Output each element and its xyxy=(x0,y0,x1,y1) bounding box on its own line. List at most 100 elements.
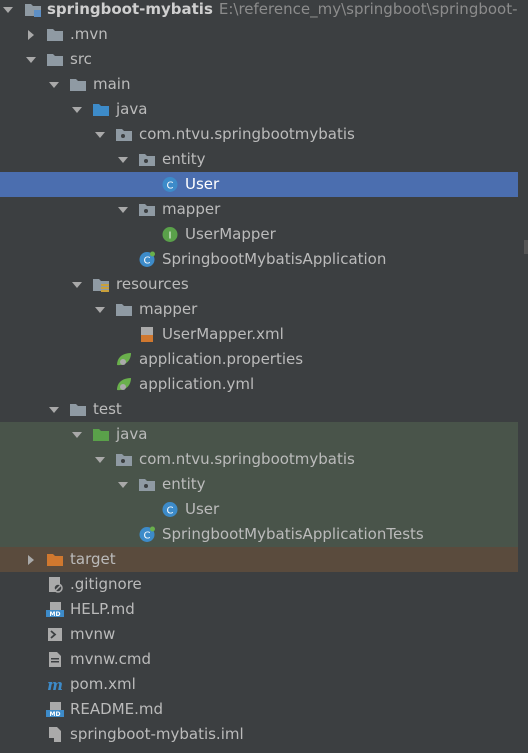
spring-config-icon xyxy=(115,351,133,368)
scroll-thumb[interactable] xyxy=(524,240,528,254)
tree-row-pom[interactable]: m pom.xml xyxy=(0,672,518,697)
folder-icon xyxy=(115,301,133,318)
ignore-file-icon xyxy=(46,576,64,593)
tree-item-label: UserMapper.xml xyxy=(162,322,284,347)
tree-row-usermapperxml[interactable]: UserMapper.xml xyxy=(0,322,518,347)
expand-arrow-down-icon[interactable] xyxy=(115,197,131,222)
folder-icon xyxy=(46,51,64,68)
tree-row-mapper[interactable]: mapper xyxy=(0,197,518,222)
tree-item-label: mapper xyxy=(139,297,197,322)
tree-item-label: target xyxy=(70,547,116,572)
tree-row-src[interactable]: src xyxy=(0,47,518,72)
tree-item-label: mapper xyxy=(162,197,220,222)
tree-row-testentity[interactable]: entity xyxy=(0,472,518,497)
class-icon: C xyxy=(161,501,179,518)
tree-item-text: application.yml xyxy=(139,375,255,393)
expand-arrow-down-icon[interactable] xyxy=(92,122,108,147)
expand-arrow-down-icon[interactable] xyxy=(0,0,16,22)
tree-item-label: mvnw xyxy=(70,622,115,647)
folder-icon xyxy=(69,401,87,418)
svg-text:m: m xyxy=(47,676,63,693)
svg-text:MD: MD xyxy=(50,611,61,618)
tree-row-mvnwcmd[interactable]: mvnw.cmd xyxy=(0,647,518,672)
tree-item-text: UserMapper xyxy=(185,225,276,243)
tree-row-appyml[interactable]: application.yml xyxy=(0,372,518,397)
tree-row-iml[interactable]: springboot-mybatis.iml xyxy=(0,722,518,747)
tree-row-resmapper[interactable]: mapper xyxy=(0,297,518,322)
tree-item-text: mapper xyxy=(162,200,221,218)
tree-item-text: SpringbootMybatisApplicationTests xyxy=(162,525,424,543)
expand-arrow-down-icon[interactable] xyxy=(69,97,85,122)
tree-row-readme[interactable]: MD README.md xyxy=(0,697,518,722)
tree-item-label: entity xyxy=(162,472,206,497)
expand-arrow-down-icon[interactable] xyxy=(92,447,108,472)
svg-text:C: C xyxy=(144,256,151,267)
markdown-icon: MD xyxy=(46,701,64,718)
project-tree[interactable]: springboot-mybatis E:\reference_my\spring… xyxy=(0,0,528,753)
tree-item-label: UserMapper xyxy=(185,222,276,247)
expand-arrow-down-icon[interactable] xyxy=(92,297,108,322)
excluded-folder-icon xyxy=(46,551,64,568)
tree-row-root[interactable]: springboot-mybatis E:\reference_my\spring… xyxy=(0,0,528,22)
package-icon xyxy=(115,126,133,143)
collapse-arrow-right-icon[interactable] xyxy=(23,22,39,47)
tree-item-label: com.ntvu.springbootmybatis xyxy=(139,447,355,472)
expand-arrow-down-icon[interactable] xyxy=(115,147,131,172)
tree-item-text: target xyxy=(70,550,116,568)
text-file-icon xyxy=(46,651,64,668)
scrollbar[interactable] xyxy=(518,0,528,753)
maven-icon: m xyxy=(46,676,64,693)
tree-item-text: java xyxy=(116,425,148,443)
tree-item-text: entity xyxy=(162,475,206,493)
tree-item-text: SpringbootMybatisApplication xyxy=(162,250,387,268)
tree-row-testpkg[interactable]: com.ntvu.springbootmybatis xyxy=(0,447,518,472)
tree-item-label: application.yml xyxy=(139,372,254,397)
interface-icon: I xyxy=(161,226,179,243)
expand-arrow-down-icon[interactable] xyxy=(46,72,62,97)
tree-item-text: src xyxy=(70,50,92,68)
tree-item-text: main xyxy=(93,75,131,93)
class-icon: C xyxy=(161,176,179,193)
tree-row-resources[interactable]: resources xyxy=(0,272,518,297)
expand-arrow-down-icon[interactable] xyxy=(69,422,85,447)
spring-config-icon xyxy=(115,376,133,393)
tree-item-text: springboot-mybatis.iml xyxy=(70,725,244,743)
tree-row-user[interactable]: C User xyxy=(0,172,518,197)
svg-text:C: C xyxy=(144,531,151,542)
tree-item-text: mapper xyxy=(139,300,198,318)
tree-row-mvnw[interactable]: mvnw xyxy=(0,622,518,647)
tree-item-label: pom.xml xyxy=(70,672,136,697)
tree-row-target[interactable]: target xyxy=(0,547,518,572)
tree-row-mvn[interactable]: .mvn xyxy=(0,22,518,47)
tree-item-text: UserMapper.xml xyxy=(162,325,284,343)
expand-arrow-down-icon[interactable] xyxy=(46,397,62,422)
tree-row-apptests[interactable]: C SpringbootMybatisApplicationTests xyxy=(0,522,518,547)
tree-item-label: User xyxy=(185,172,219,197)
tree-row-entity[interactable]: entity xyxy=(0,147,518,172)
tree-row-pkg[interactable]: com.ntvu.springbootmybatis xyxy=(0,122,518,147)
tree-row-app[interactable]: C SpringbootMybatisApplication xyxy=(0,247,518,272)
tree-item-label: test xyxy=(93,397,122,422)
iml-file-icon xyxy=(46,726,64,743)
tree-item-label: HELP.md xyxy=(70,597,135,622)
tree-row-java[interactable]: java xyxy=(0,97,518,122)
tree-row-testjava[interactable]: java xyxy=(0,422,518,447)
tree-row-test[interactable]: test xyxy=(0,397,518,422)
expand-arrow-down-icon[interactable] xyxy=(115,472,131,497)
spring-boot-class-icon: C xyxy=(138,251,156,268)
expand-arrow-down-icon[interactable] xyxy=(69,272,85,297)
tree-row-help[interactable]: MD HELP.md xyxy=(0,597,518,622)
source-folder-icon xyxy=(92,101,110,118)
package-icon xyxy=(138,476,156,493)
expand-arrow-down-icon[interactable] xyxy=(23,47,39,72)
tree-item-label: User xyxy=(185,497,219,522)
tree-row-usermapper[interactable]: I UserMapper xyxy=(0,222,518,247)
package-icon xyxy=(115,451,133,468)
tree-item-text: com.ntvu.springbootmybatis xyxy=(139,450,355,468)
tree-row-appprops[interactable]: application.properties xyxy=(0,347,518,372)
tree-row-main[interactable]: main xyxy=(0,72,518,97)
tree-row-gitignore[interactable]: .gitignore xyxy=(0,572,518,597)
markdown-icon: MD xyxy=(46,601,64,618)
tree-row-testuser[interactable]: C User xyxy=(0,497,518,522)
collapse-arrow-right-icon[interactable] xyxy=(23,547,39,572)
